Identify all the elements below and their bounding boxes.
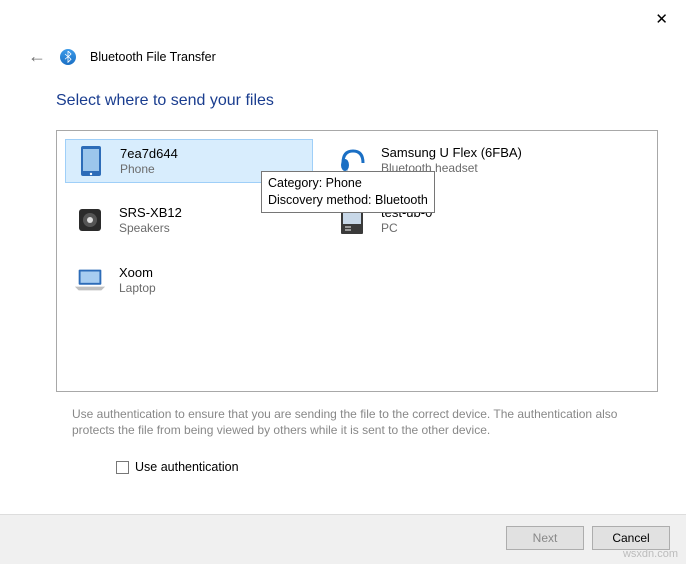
page-heading: Select where to send your files	[56, 92, 274, 110]
device-list: 7ea7d644 Phone Samsung U Flex (6FBA) Blu…	[56, 130, 658, 392]
cancel-button[interactable]: Cancel	[592, 526, 670, 550]
device-name: SRS-XB12	[119, 205, 182, 221]
tooltip-line: Category: Phone	[268, 175, 428, 192]
laptop-icon	[73, 263, 107, 297]
use-authentication-checkbox[interactable]	[116, 461, 129, 474]
back-arrow-icon[interactable]: ←	[28, 46, 46, 67]
device-type: PC	[381, 221, 432, 235]
bluetooth-file-transfer-dialog: ✕ ← Bluetooth File Transfer Select where…	[0, 0, 686, 564]
auth-checkbox-row: Use authentication	[116, 460, 239, 474]
dialog-title: Bluetooth File Transfer	[90, 50, 216, 64]
bluetooth-icon	[60, 49, 76, 65]
device-name: 7ea7d644	[120, 146, 178, 162]
close-icon[interactable]: ✕	[655, 10, 668, 28]
watermark: wsxdn.com	[623, 548, 678, 560]
next-button[interactable]: Next	[506, 526, 584, 550]
tooltip-line: Discovery method: Bluetooth	[268, 192, 428, 209]
device-type: Speakers	[119, 221, 182, 235]
dialog-header: ← Bluetooth File Transfer	[28, 46, 216, 67]
device-tooltip: Category: Phone Discovery method: Blueto…	[261, 171, 435, 213]
device-item-laptop[interactable]: Xoom Laptop	[65, 259, 313, 301]
authentication-hint: Use authentication to ensure that you ar…	[72, 406, 632, 438]
device-name: Xoom	[119, 265, 156, 281]
device-type: Phone	[120, 162, 178, 176]
speaker-icon	[73, 203, 107, 237]
button-bar: Next Cancel	[506, 516, 670, 550]
use-authentication-label: Use authentication	[135, 460, 239, 474]
phone-icon	[74, 144, 108, 178]
device-name: Samsung U Flex (6FBA)	[381, 145, 522, 161]
device-type: Laptop	[119, 281, 156, 295]
